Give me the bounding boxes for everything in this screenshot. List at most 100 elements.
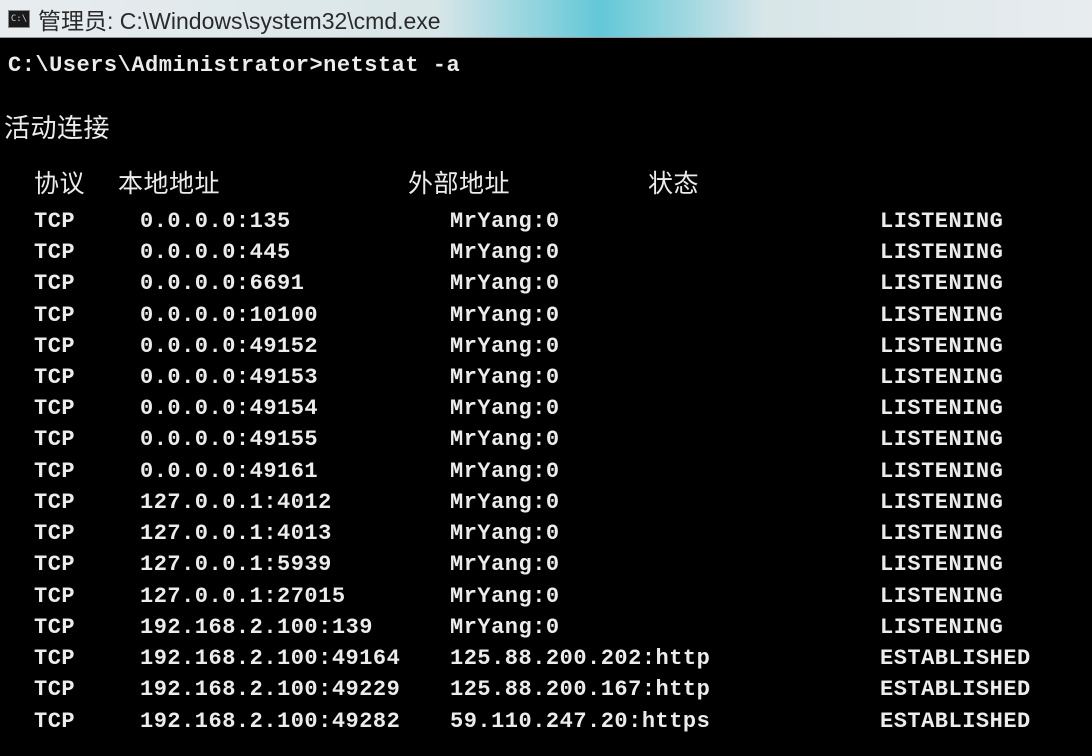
table-row: TCP192.168.2.100:49229125.88.200.167:htt… <box>34 674 1084 705</box>
cell-protocol: TCP <box>34 362 140 393</box>
table-row: TCP0.0.0.0:49152MrYang:0LISTENING <box>34 331 1084 362</box>
cell-protocol: TCP <box>34 268 140 299</box>
cell-protocol: TCP <box>34 706 140 737</box>
cell-state: LISTENING <box>880 424 1084 455</box>
cell-state: ESTABLISHED <box>880 674 1084 705</box>
cell-foreign-address: MrYang:0 <box>450 518 880 549</box>
cell-state: LISTENING <box>880 393 1084 424</box>
header-protocol: 协议 <box>34 166 118 202</box>
cell-protocol: TCP <box>34 393 140 424</box>
table-row: TCP0.0.0.0:49154MrYang:0LISTENING <box>34 393 1084 424</box>
header-foreign-address: 外部地址 <box>408 166 648 202</box>
command-text: netstat -a <box>323 53 460 78</box>
cell-local-address: 0.0.0.0:49153 <box>140 362 450 393</box>
cell-local-address: 0.0.0.0:445 <box>140 237 450 268</box>
table-row: TCP0.0.0.0:49161MrYang:0LISTENING <box>34 456 1084 487</box>
cell-foreign-address: MrYang:0 <box>450 237 880 268</box>
cell-foreign-address: MrYang:0 <box>450 549 880 580</box>
cell-local-address: 0.0.0.0:49154 <box>140 393 450 424</box>
cell-local-address: 127.0.0.1:5939 <box>140 549 450 580</box>
cell-local-address: 192.168.2.100:49229 <box>140 674 450 705</box>
cell-state: LISTENING <box>880 268 1084 299</box>
cell-protocol: TCP <box>34 487 140 518</box>
cell-state: LISTENING <box>880 331 1084 362</box>
table-row: TCP0.0.0.0:135MrYang:0LISTENING <box>34 206 1084 237</box>
cell-foreign-address: MrYang:0 <box>450 331 880 362</box>
cell-foreign-address: MrYang:0 <box>450 612 880 643</box>
table-row: TCP127.0.0.1:5939MrYang:0LISTENING <box>34 549 1084 580</box>
cell-local-address: 192.168.2.100:49164 <box>140 643 450 674</box>
window-title: 管理员: C:\Windows\system32\cmd.exe <box>38 2 441 36</box>
cell-state: LISTENING <box>880 581 1084 612</box>
cell-state: LISTENING <box>880 237 1084 268</box>
header-state: 状态 <box>648 166 1084 202</box>
table-row: TCP192.168.2.100:4928259.110.247.20:http… <box>34 706 1084 737</box>
cell-state: ESTABLISHED <box>880 643 1084 674</box>
cmd-window: C:\ 管理员: C:\Windows\system32\cmd.exe C:\… <box>0 0 1092 756</box>
table-row: TCP192.168.2.100:139MrYang:0LISTENING <box>34 612 1084 643</box>
table-row: TCP127.0.0.1:27015MrYang:0LISTENING <box>34 581 1084 612</box>
cell-local-address: 0.0.0.0:10100 <box>140 300 450 331</box>
table-row: TCP0.0.0.0:445MrYang:0LISTENING <box>34 237 1084 268</box>
cell-foreign-address: MrYang:0 <box>450 393 880 424</box>
cell-state: LISTENING <box>880 612 1084 643</box>
table-headers: 协议 本地地址 外部地址 状态 <box>34 166 1084 202</box>
cell-protocol: TCP <box>34 581 140 612</box>
cell-local-address: 127.0.0.1:4012 <box>140 487 450 518</box>
cell-foreign-address: MrYang:0 <box>450 456 880 487</box>
table-body: TCP0.0.0.0:135MrYang:0LISTENINGTCP0.0.0.… <box>34 206 1084 737</box>
cell-protocol: TCP <box>34 237 140 268</box>
cell-local-address: 0.0.0.0:49152 <box>140 331 450 362</box>
cell-foreign-address: MrYang:0 <box>450 268 880 299</box>
cell-protocol: TCP <box>34 331 140 362</box>
table-row: TCP0.0.0.0:10100MrYang:0LISTENING <box>34 300 1084 331</box>
cell-state: LISTENING <box>880 300 1084 331</box>
cell-protocol: TCP <box>34 643 140 674</box>
cell-local-address: 0.0.0.0:49155 <box>140 424 450 455</box>
cell-local-address: 192.168.2.100:139 <box>140 612 450 643</box>
cell-state: LISTENING <box>880 518 1084 549</box>
cell-protocol: TCP <box>34 206 140 237</box>
cell-protocol: TCP <box>34 300 140 331</box>
cell-protocol: TCP <box>34 674 140 705</box>
cell-state: LISTENING <box>880 206 1084 237</box>
cell-protocol: TCP <box>34 549 140 580</box>
header-local-address: 本地地址 <box>118 166 408 202</box>
cell-foreign-address: MrYang:0 <box>450 424 880 455</box>
cell-protocol: TCP <box>34 518 140 549</box>
prompt-text: C:\Users\Administrator> <box>8 53 323 78</box>
cell-foreign-address: 125.88.200.167:http <box>450 674 880 705</box>
cell-local-address: 127.0.0.1:4013 <box>140 518 450 549</box>
cell-protocol: TCP <box>34 612 140 643</box>
cell-foreign-address: 59.110.247.20:https <box>450 706 880 737</box>
cell-local-address: 127.0.0.1:27015 <box>140 581 450 612</box>
cell-foreign-address: MrYang:0 <box>450 581 880 612</box>
table-row: TCP192.168.2.100:49164125.88.200.202:htt… <box>34 643 1084 674</box>
cell-local-address: 0.0.0.0:135 <box>140 206 450 237</box>
cell-protocol: TCP <box>34 456 140 487</box>
table-row: TCP0.0.0.0:6691MrYang:0LISTENING <box>34 268 1084 299</box>
table-row: TCP127.0.0.1:4012MrYang:0LISTENING <box>34 487 1084 518</box>
cell-local-address: 0.0.0.0:49161 <box>140 456 450 487</box>
cell-foreign-address: 125.88.200.202:http <box>450 643 880 674</box>
cell-state: LISTENING <box>880 456 1084 487</box>
terminal-area[interactable]: C:\Users\Administrator>netstat -a 活动连接 协… <box>0 38 1092 756</box>
cell-foreign-address: MrYang:0 <box>450 487 880 518</box>
cell-foreign-address: MrYang:0 <box>450 206 880 237</box>
cell-local-address: 0.0.0.0:6691 <box>140 268 450 299</box>
cell-state: LISTENING <box>880 362 1084 393</box>
cell-local-address: 192.168.2.100:49282 <box>140 706 450 737</box>
cell-protocol: TCP <box>34 424 140 455</box>
section-title: 活动连接 <box>4 110 1084 148</box>
cell-foreign-address: MrYang:0 <box>450 362 880 393</box>
cmd-icon: C:\ <box>8 10 30 28</box>
cell-foreign-address: MrYang:0 <box>450 300 880 331</box>
cell-state: ESTABLISHED <box>880 706 1084 737</box>
table-row: TCP0.0.0.0:49155MrYang:0LISTENING <box>34 424 1084 455</box>
prompt-line: C:\Users\Administrator>netstat -a <box>8 50 1084 82</box>
cell-state: LISTENING <box>880 487 1084 518</box>
table-row: TCP0.0.0.0:49153MrYang:0LISTENING <box>34 362 1084 393</box>
cell-state: LISTENING <box>880 549 1084 580</box>
table-row: TCP127.0.0.1:4013MrYang:0LISTENING <box>34 518 1084 549</box>
title-bar[interactable]: C:\ 管理员: C:\Windows\system32\cmd.exe <box>0 0 1092 38</box>
